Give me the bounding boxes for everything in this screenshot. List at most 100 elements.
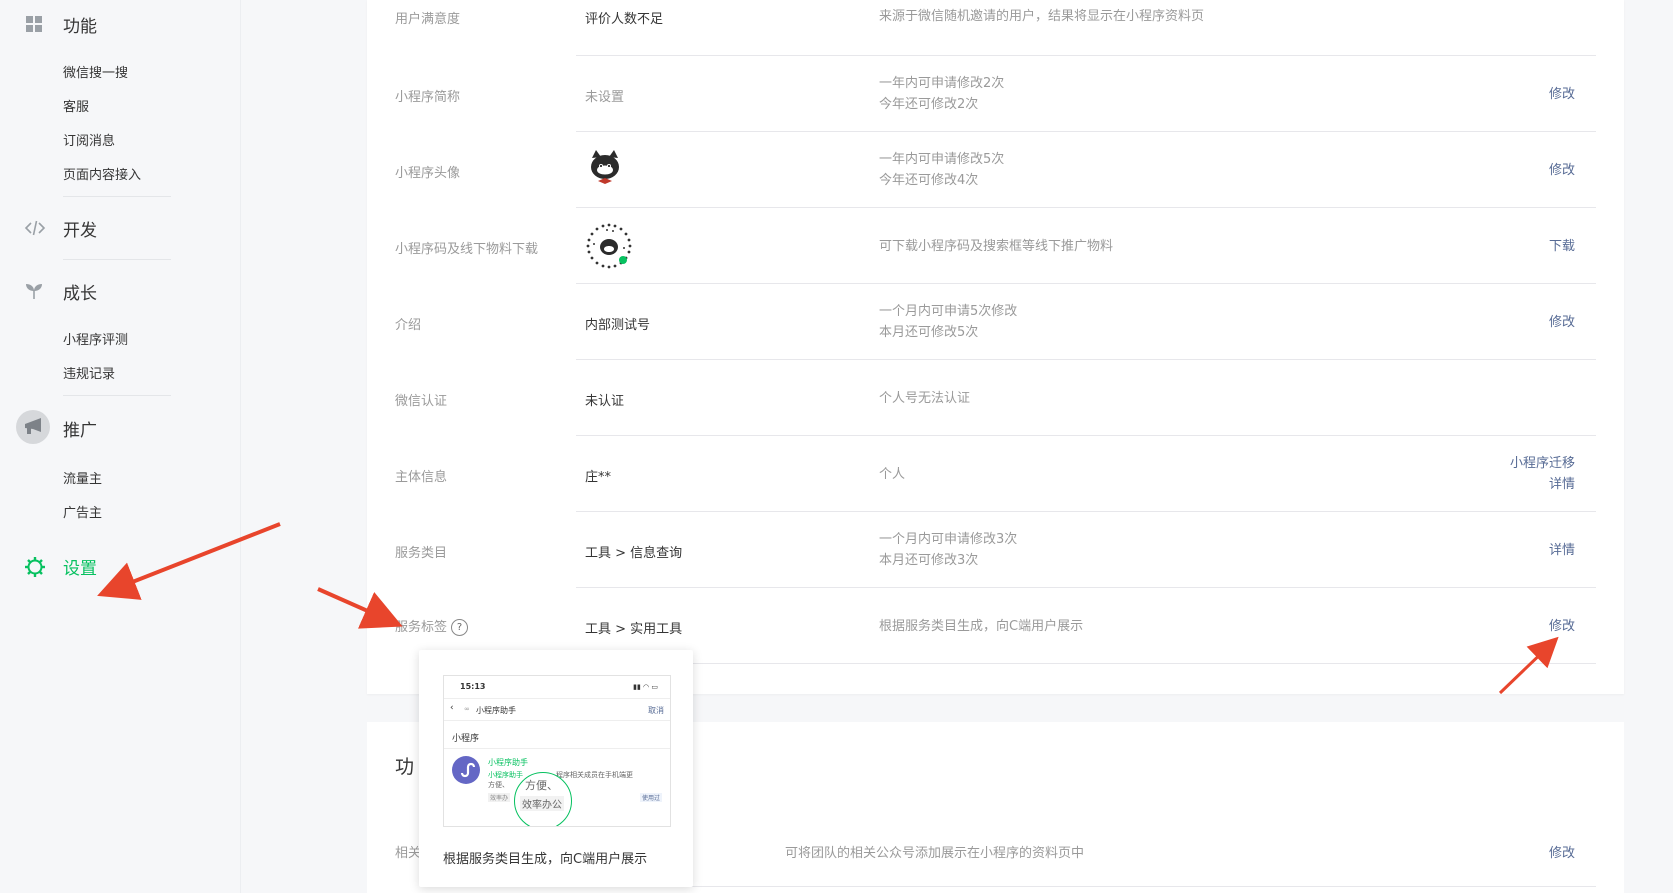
row-value: 工具 > 信息查询 (585, 546, 683, 561)
zoom-line: 方便、 (525, 779, 558, 792)
download-materials-link[interactable]: 下载 (1549, 236, 1575, 257)
row-label: 小程序码及线下物料下载 (395, 242, 539, 257)
phone-time: 15:13 (460, 682, 486, 691)
settings-row-service-category: 服务类目 工具 > 信息查询 一个月内可申请修改3次 本月还可修改3次 详情 (367, 512, 1624, 588)
mini-program-logo-icon (452, 756, 480, 784)
phone-app-desc-2: 程序相关成员在手机端更 (556, 771, 633, 779)
settings-card: 用户满意度 评价人数不足 来源于微信随机邀请的用户，结果将显示在小程序资料页 小… (367, 0, 1624, 694)
desc-line: 今年还可修改4次 (879, 173, 979, 188)
settings-row-verification: 微信认证 未认证 个人号无法认证 (367, 360, 1624, 436)
modify-service-tags-link[interactable]: 修改 (1549, 616, 1575, 637)
grid-icon (24, 14, 44, 34)
sidebar-item-publisher[interactable]: 流量主 (63, 468, 102, 487)
desc-line: 今年还可修改2次 (879, 97, 979, 112)
row-desc: 一个月内可申请5次修改 本月还可修改5次 (879, 301, 1017, 343)
row-label: 介绍 (395, 318, 422, 333)
tooltip-caption: 根据服务类目生成，向C端用户展示 (443, 852, 648, 867)
phone-tag: 效率办 (488, 793, 511, 802)
sidebar-item-subscribe-message[interactable]: 订阅消息 (63, 130, 115, 149)
row-label: 服务标签? (395, 616, 469, 636)
row-label: 小程序头像 (395, 166, 461, 181)
row-label-text: 服务标签 (395, 620, 448, 635)
row-value: 内部测试号 (585, 318, 651, 333)
row-divider (576, 663, 1596, 664)
settings-row-short-name: 小程序简称 未设置 一年内可申请修改2次 今年还可修改2次 修改 (367, 56, 1624, 132)
gear-icon (24, 556, 45, 577)
row-label: 微信认证 (395, 394, 448, 409)
desc-line: 一个月内可申请5次修改 (879, 304, 1018, 319)
code-icon (24, 218, 46, 238)
megaphone-icon (16, 410, 50, 444)
settings-row-introduction: 介绍 内部测试号 一个月内可申请5次修改 本月还可修改5次 修改 (367, 284, 1624, 360)
row-desc: 个人号无法认证 (879, 391, 971, 406)
row-desc: 可下载小程序码及搜索框等线下推广物料 (879, 239, 1114, 254)
sprout-icon (24, 281, 44, 301)
settings-row-satisfaction: 用户满意度 评价人数不足 来源于微信随机邀请的用户，结果将显示在小程序资料页 (367, 0, 1624, 56)
row-value: 工具 > 实用工具 (585, 622, 683, 637)
phone-app-name: 小程序助手 (488, 758, 528, 767)
nav-group-settings[interactable]: 设置 (0, 550, 240, 580)
phone-preview: 15:13 ▮▮ ◠ ▭ ‹ ∞ 小程序助手 取消 小程序 小程序助手 小程序助… (443, 675, 671, 827)
sidebar-divider (63, 259, 171, 260)
row-label: 服务类目 (395, 546, 448, 561)
desc-line: 一年内可申请修改2次 (879, 76, 1005, 91)
phone-cancel: 取消 (648, 706, 664, 715)
desc-line: 一年内可申请修改5次 (879, 152, 1005, 167)
sidebar-item-wechat-search[interactable]: 微信搜一搜 (63, 62, 128, 81)
phone-app-desc-3: 方便、 (488, 781, 509, 789)
row-desc: 一个月内可申请修改3次 本月还可修改3次 (879, 529, 1017, 571)
phone-nav-title: 小程序助手 (476, 706, 516, 715)
zoom-lens: 方便、 效率办公 (514, 772, 572, 826)
back-icon: ‹ (450, 703, 454, 713)
row-value: 未设置 (585, 90, 625, 105)
nav-group-features[interactable]: 功能 (0, 8, 240, 38)
phone-app-desc-1: 小程序助手 (488, 771, 523, 779)
desc-line: 本月还可修改3次 (879, 553, 979, 568)
phone-divider (444, 748, 670, 749)
settings-row-avatar: 小程序头像 一年内可申请修改5次 今年还可修改4次 修改 (367, 132, 1624, 208)
entity-details-link[interactable]: 详情 (1510, 474, 1575, 495)
phone-status-icons: ▮▮ ◠ ▭ (633, 683, 658, 691)
sidebar-item-advertiser[interactable]: 广告主 (63, 502, 102, 521)
desc-line: 一个月内可申请修改3次 (879, 532, 1018, 547)
row-desc: 来源于微信随机邀请的用户，结果将显示在小程序资料页 (879, 9, 1205, 24)
modify-related-accounts-link[interactable]: 修改 (1549, 842, 1575, 861)
modify-introduction-link[interactable]: 修改 (1549, 312, 1575, 333)
nav-group-title: 功能 (63, 17, 97, 37)
settings-row-qrcode: 小程序码及线下物料下载 可下载小程序码及搜索框等线下推广物料 下载 (367, 208, 1624, 284)
service-tags-tooltip: 15:13 ▮▮ ◠ ▭ ‹ ∞ 小程序助手 取消 小程序 小程序助手 小程序助… (419, 650, 693, 887)
nav-group-title: 开发 (63, 221, 97, 241)
sidebar-item-evaluation[interactable]: 小程序评测 (63, 329, 128, 348)
modify-avatar-link[interactable]: 修改 (1549, 160, 1575, 181)
phone-divider (444, 720, 670, 721)
nav-group-promotion[interactable]: 推广 (0, 410, 240, 444)
modify-short-name-link[interactable]: 修改 (1549, 84, 1575, 105)
row-label: 主体信息 (395, 470, 448, 485)
link-icon: ∞ (464, 705, 470, 713)
settings-row-entity-info: 主体信息 庄** 个人 小程序迁移 详情 (367, 436, 1624, 512)
nav-group-title: 设置 (63, 559, 97, 579)
row-label: 小程序简称 (395, 90, 461, 105)
nav-group-growth[interactable]: 成长 (0, 275, 240, 305)
row-desc: 一年内可申请修改5次 今年还可修改4次 (879, 149, 1004, 191)
phone-section-title: 小程序 (452, 734, 480, 744)
nav-group-develop[interactable]: 开发 (0, 212, 240, 242)
sidebar-item-violation-record[interactable]: 违规记录 (63, 363, 115, 382)
row-value: 庄** (585, 470, 612, 485)
help-icon[interactable]: ? (451, 619, 469, 636)
category-details-link[interactable]: 详情 (1549, 540, 1575, 561)
row-desc: 一年内可申请修改2次 今年还可修改2次 (879, 73, 1004, 115)
sidebar-item-customer-service[interactable]: 客服 (63, 96, 89, 115)
avatar-image (585, 148, 625, 192)
row-label: 用户满意度 (395, 12, 461, 27)
migrate-mini-program-link[interactable]: 小程序迁移 (1510, 453, 1575, 474)
row-label: 相关 (395, 846, 422, 861)
section-title: 功 (395, 756, 415, 778)
row-desc: 根据服务类目生成，向C端用户展示 (879, 619, 1084, 634)
sidebar-item-page-content[interactable]: 页面内容接入 (63, 164, 141, 183)
row-value: 评价人数不足 (585, 12, 664, 27)
sidebar-divider (63, 196, 171, 197)
row-desc: 可将团队的相关公众号添加展示在小程序的资料页中 (785, 846, 1085, 861)
nav-group-title: 成长 (63, 284, 97, 304)
sidebar-divider (63, 395, 171, 396)
